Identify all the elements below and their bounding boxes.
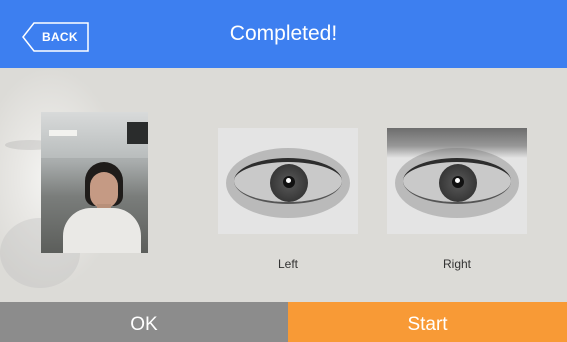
left-eye-label: Left <box>277 257 298 271</box>
left-iris-image <box>218 128 358 234</box>
start-button[interactable]: Start <box>288 302 567 342</box>
right-eye-label: Right <box>442 257 471 271</box>
page-title: Completed! <box>229 22 338 45</box>
right-iris-image <box>387 128 527 234</box>
face-photo <box>41 112 148 253</box>
footer-bar: OK Start <box>0 302 567 342</box>
ok-button[interactable]: OK <box>0 302 288 342</box>
header-bar: BACK Completed! <box>0 0 567 68</box>
capture-result-area: Left Right <box>0 68 567 302</box>
